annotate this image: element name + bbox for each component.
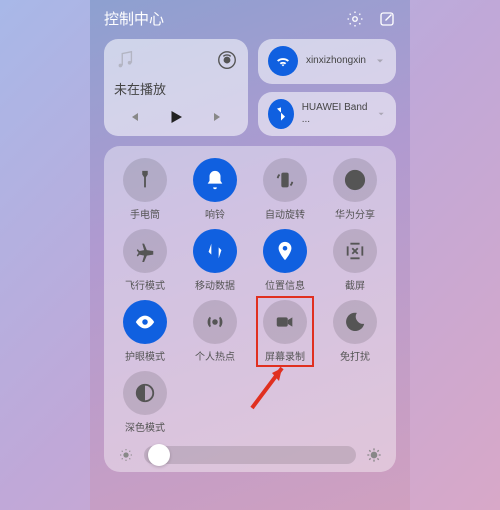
tile-airplane[interactable]: 飞行模式: [112, 229, 178, 292]
brightness-thumb[interactable]: [148, 444, 170, 466]
cast-icon[interactable]: [216, 49, 238, 71]
media-card[interactable]: 未在播放: [104, 39, 248, 136]
tile-ringer[interactable]: 响铃: [182, 158, 248, 221]
media-status: 未在播放: [114, 79, 238, 98]
next-icon[interactable]: [210, 109, 226, 125]
brightness-high-icon: [366, 447, 382, 463]
bluetooth-card[interactable]: HUAWEI Band ...: [258, 92, 396, 137]
bluetooth-icon: [268, 99, 294, 129]
tile-screenshot[interactable]: 截屏: [322, 229, 388, 292]
play-icon[interactable]: [167, 108, 185, 126]
brightness-track[interactable]: [144, 446, 356, 464]
chevron-down-icon: [374, 55, 386, 67]
wifi-icon: [268, 46, 298, 76]
tile-location[interactable]: 位置信息: [252, 229, 318, 292]
control-center-header: 控制中心: [104, 8, 396, 29]
brightness-slider[interactable]: [112, 446, 388, 464]
title: 控制中心: [104, 8, 164, 29]
wifi-name: xinxizhongxin: [306, 55, 366, 67]
tile-darkmode[interactable]: 深色模式: [112, 371, 178, 434]
music-icon: [114, 49, 136, 71]
tile-dnd[interactable]: 免打扰: [322, 300, 388, 363]
tile-hotspot[interactable]: 个人热点: [182, 300, 248, 363]
tile-share[interactable]: 华为分享: [322, 158, 388, 221]
edit-icon[interactable]: [378, 10, 396, 28]
brightness-low-icon: [118, 447, 134, 463]
tile-screenrecord[interactable]: 屏幕录制: [252, 300, 318, 363]
bt-name: HUAWEI Band ...: [302, 102, 368, 126]
tile-mobiledata[interactable]: 移动数据: [182, 229, 248, 292]
wifi-card[interactable]: xinxizhongxin: [258, 39, 396, 84]
chevron-down-icon: [376, 108, 386, 120]
quick-toggles-panel: 手电筒 响铃 自动旋转 华为分享 飞行模式 移动数据 位置信息 截屏 护眼模式 …: [104, 146, 396, 472]
tile-autorotate[interactable]: 自动旋转: [252, 158, 318, 221]
tile-flashlight[interactable]: 手电筒: [112, 158, 178, 221]
prev-icon[interactable]: [126, 109, 142, 125]
gear-icon[interactable]: [346, 10, 364, 28]
tile-eyecomfort[interactable]: 护眼模式: [112, 300, 178, 363]
